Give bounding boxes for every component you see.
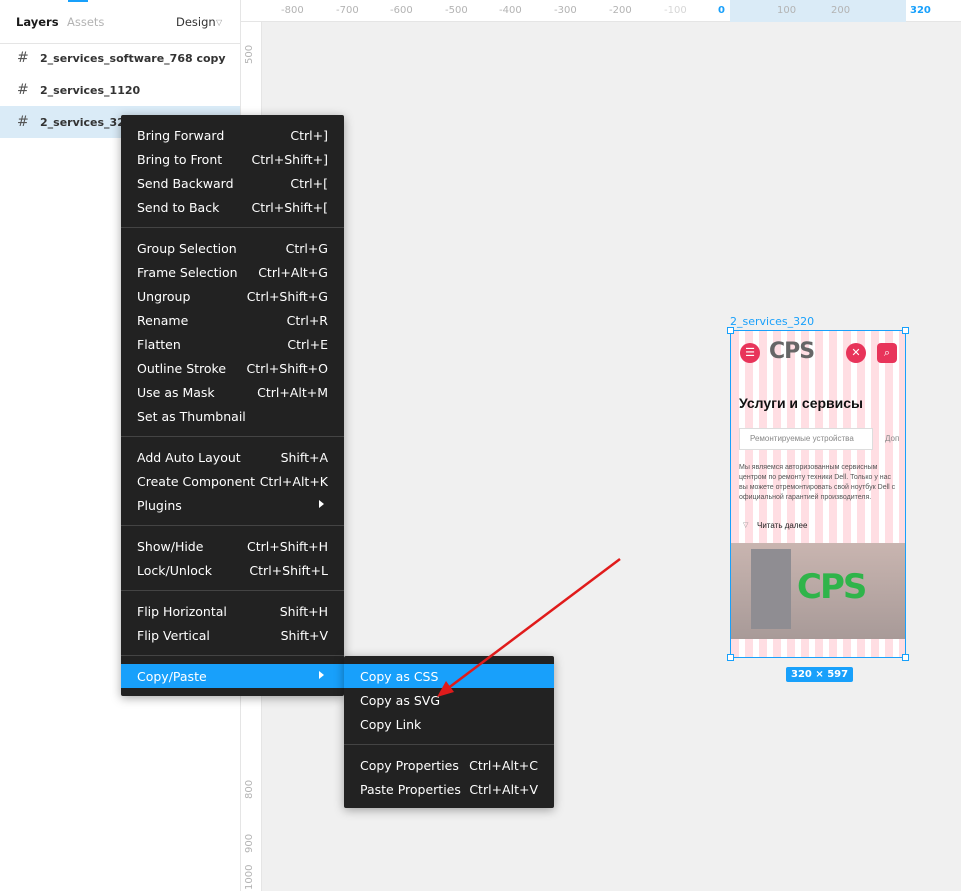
tools-icon: ✕	[846, 343, 866, 363]
ruler-tick: 900	[244, 833, 255, 853]
layer-name: 2_services_1120	[40, 84, 141, 97]
menu-item-copy-paste[interactable]: Copy/Paste	[121, 664, 344, 688]
resize-handle[interactable]	[727, 654, 734, 661]
chevron-down-icon: ▽	[743, 522, 749, 529]
preview-description: Мы являемся авторизованным сервисным цен…	[739, 464, 896, 501]
copy-paste-submenu: Copy as CSS Copy as SVG Copy Link Copy P…	[344, 656, 554, 808]
resize-handle[interactable]	[902, 327, 909, 334]
menu-item-copy-as-svg[interactable]: Copy as SVG	[344, 688, 554, 712]
preview-image: CPS	[731, 543, 905, 639]
menu-separator	[121, 227, 344, 228]
ruler-tick: -800	[281, 5, 304, 16]
context-menu: Bring Forward Ctrl+] Bring to Front Ctrl+S…	[121, 115, 344, 696]
preview-tab-label: Ремонтируемые устройства	[750, 434, 854, 443]
frame-icon: #	[17, 50, 29, 66]
ruler-tick: -600	[390, 5, 413, 16]
menu-item-send-backward[interactable]: Send Backward Ctrl+[	[121, 171, 344, 195]
ruler-tick: -100	[664, 5, 687, 16]
layer-name: 2_services_software_768 copy	[40, 52, 226, 65]
search-icon: ⌕	[877, 343, 897, 363]
menu-item-set-as-thumbnail[interactable]: Set as Thumbnail	[121, 404, 344, 428]
menu-item-show-hide[interactable]: Show/Hide Ctrl+Shift+H	[121, 534, 344, 558]
ruler-tick-end: 320	[910, 5, 931, 16]
menu-icon: ☰	[740, 343, 760, 363]
preview-read-more: Читать далее	[757, 521, 808, 530]
ruler-tick: 1000	[244, 864, 255, 890]
ruler-tick: 500	[244, 44, 255, 64]
resize-handle[interactable]	[902, 654, 909, 661]
menu-item-outline-stroke[interactable]: Outline Stroke Ctrl+Shift+O	[121, 356, 344, 380]
frame-preview[interactable]: ☰ CPS ✕ ⌕ Услуги и сервисы Ремонтируемые…	[730, 330, 906, 658]
ruler-tick: 100	[777, 5, 797, 16]
menu-item-bring-forward[interactable]: Bring Forward Ctrl+]	[121, 123, 344, 147]
menu-separator	[121, 525, 344, 526]
menu-item-create-component[interactable]: Create Component Ctrl+Alt+K	[121, 469, 344, 493]
menu-item-plugins[interactable]: Plugins	[121, 493, 344, 517]
menu-separator	[121, 436, 344, 437]
submenu-arrow-icon	[319, 500, 324, 508]
preview-tab: Ремонтируемые устройства	[739, 428, 873, 450]
ruler-selection-highlight	[730, 0, 906, 22]
ruler-tick: -500	[445, 5, 468, 16]
menu-item-flip-horizontal[interactable]: Flip Horizontal Shift+H	[121, 599, 344, 623]
menu-item-copy-link[interactable]: Copy Link	[344, 712, 554, 736]
ruler-tick-origin: 0	[718, 5, 725, 16]
menu-separator	[344, 744, 554, 745]
design-dropdown[interactable]: Design	[176, 15, 216, 29]
preview-tab-next: Доп	[885, 434, 900, 443]
menu-item-add-auto-layout[interactable]: Add Auto Layout Shift+A	[121, 445, 344, 469]
image-logo: CPS	[797, 567, 867, 607]
menu-item-group-selection[interactable]: Group Selection Ctrl+G	[121, 236, 344, 260]
layer-row[interactable]: # 2_services_software_768 copy	[0, 42, 240, 74]
menu-separator	[121, 590, 344, 591]
chevron-down-icon[interactable]: ▽	[216, 18, 222, 27]
ruler-tick: -400	[499, 5, 522, 16]
menu-item-lock-unlock[interactable]: Lock/Unlock Ctrl+Shift+L	[121, 558, 344, 582]
resize-handle[interactable]	[727, 327, 734, 334]
menu-item-rename[interactable]: Rename Ctrl+R	[121, 308, 344, 332]
menu-item-flip-vertical[interactable]: Flip Vertical Shift+V	[121, 623, 344, 647]
frame-size-badge: 320 × 597	[786, 667, 854, 682]
panel-tabs: Layers Assets Design ▽	[0, 0, 240, 44]
menu-item-ungroup[interactable]: Ungroup Ctrl+Shift+G	[121, 284, 344, 308]
ruler-tick: 200	[831, 5, 851, 16]
ruler-tick: -200	[609, 5, 632, 16]
menu-item-copy-as-css[interactable]: Copy as CSS	[344, 664, 554, 688]
tab-layers[interactable]: Layers	[16, 15, 59, 29]
sign-plate	[751, 549, 791, 629]
frame-label[interactable]: 2_services_320	[730, 315, 814, 328]
preview-title: Услуги и сервисы	[739, 395, 864, 411]
menu-item-send-to-back[interactable]: Send to Back Ctrl+Shift+[	[121, 195, 344, 219]
menu-item-copy-properties[interactable]: Copy Properties Ctrl+Alt+C	[344, 753, 554, 777]
menu-item-use-as-mask[interactable]: Use as Mask Ctrl+Alt+M	[121, 380, 344, 404]
layer-name: 2_services_320	[40, 116, 133, 129]
tab-assets[interactable]: Assets	[67, 15, 104, 29]
ruler-horizontal: -800 -700 -600 -500 -400 -300 -200 -100 …	[241, 0, 961, 22]
ruler-tick: -700	[336, 5, 359, 16]
frame-icon: #	[17, 114, 29, 130]
menu-item-frame-selection[interactable]: Frame Selection Ctrl+Alt+G	[121, 260, 344, 284]
menu-item-flatten[interactable]: Flatten Ctrl+E	[121, 332, 344, 356]
ruler-tick: -300	[554, 5, 577, 16]
logo: CPS	[769, 339, 815, 364]
submenu-arrow-icon	[319, 671, 324, 679]
menu-item-paste-properties[interactable]: Paste Properties Ctrl+Alt+V	[344, 777, 554, 801]
ruler-tick: 800	[244, 779, 255, 799]
menu-separator	[121, 655, 344, 656]
menu-item-bring-to-front[interactable]: Bring to Front Ctrl+Shift+]	[121, 147, 344, 171]
layer-row[interactable]: # 2_services_1120	[0, 74, 240, 106]
frame-icon: #	[17, 82, 29, 98]
